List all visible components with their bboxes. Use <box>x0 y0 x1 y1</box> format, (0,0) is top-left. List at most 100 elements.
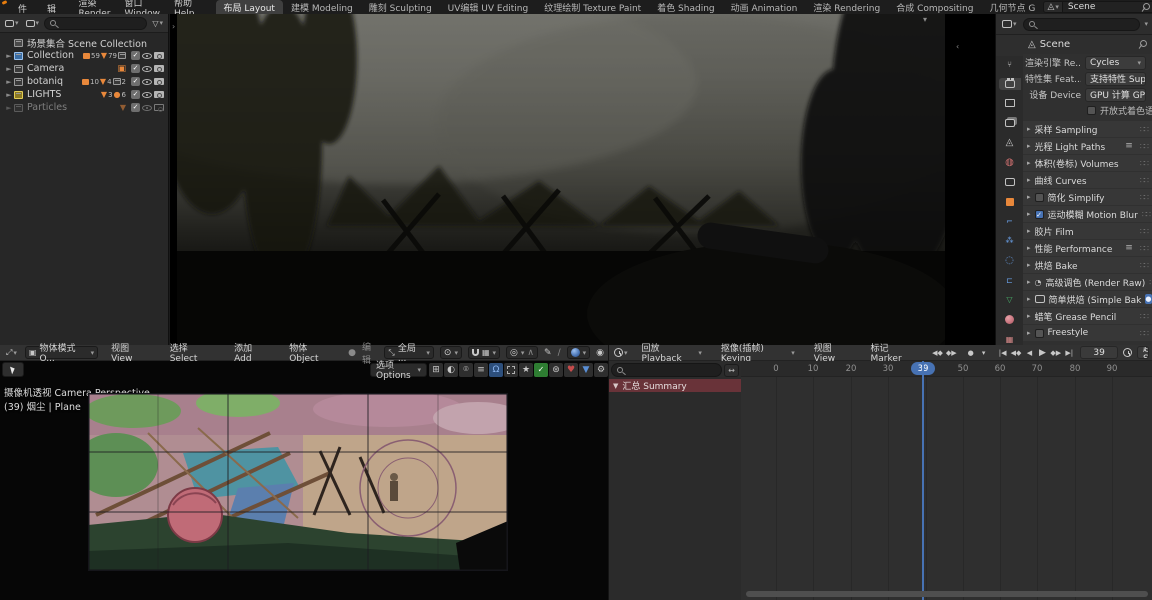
playhead[interactable] <box>922 361 924 600</box>
outliner-editor-type-button[interactable]: ▾ <box>3 18 21 28</box>
filter-funnel-icon[interactable]: ▼ <box>579 362 593 377</box>
menu-edit[interactable]: 编辑 Edit <box>40 0 71 25</box>
record-options-icon[interactable]: ▾ <box>978 347 990 359</box>
node-badge-icon[interactable]: ● <box>1145 294 1152 304</box>
timeline-track-area[interactable] <box>741 377 1152 600</box>
expand-icon[interactable]: ► <box>4 78 14 86</box>
sidebar-collapse-icon[interactable]: ‹ <box>956 42 959 51</box>
tab-world[interactable]: ◍ <box>999 156 1021 168</box>
simplify-checkbox[interactable] <box>1034 192 1044 202</box>
marquee-icon[interactable] <box>504 362 518 377</box>
presets-icon[interactable]: ≡ <box>1125 243 1133 253</box>
bell-icon[interactable]: Ω <box>489 362 503 377</box>
check-icon[interactable]: ✓ <box>534 362 548 377</box>
tab-sculpting[interactable]: 雕刻 Sculpting <box>361 0 440 14</box>
active-tool-select-box[interactable] <box>2 362 24 377</box>
menu-add[interactable]: 添加 Add <box>227 344 276 364</box>
properties-search-input[interactable] <box>1022 17 1141 31</box>
proportional-edit-controls[interactable]: ◎ ▾ ∧ <box>506 346 539 359</box>
current-frame-field[interactable]: 39 <box>1080 346 1118 359</box>
properties-editor-type-button[interactable]: ▾ <box>1000 19 1019 29</box>
tab-shading[interactable]: 着色 Shading <box>649 0 722 14</box>
expand-channels-icon[interactable]: ↔ <box>724 363 739 377</box>
menu-window[interactable]: 窗口 Window <box>118 0 167 19</box>
tab-render[interactable] <box>998 77 1021 90</box>
tab-material[interactable] <box>999 313 1021 325</box>
jump-prev-keyframe-button[interactable]: ◀◆ <box>931 347 944 359</box>
timeline-ruler[interactable]: 0 10 20 30 39 50 60 70 80 90 <box>741 361 1152 377</box>
matcap-icon[interactable]: ◐ <box>444 362 458 377</box>
timeline-editor-type-button[interactable]: ▾ <box>612 347 630 358</box>
render-engine-dropdown[interactable]: Cycles ▾ <box>1085 55 1146 70</box>
pivot-point-dropdown[interactable]: ⊙ ▾ <box>439 346 462 359</box>
header-collapse-icon[interactable]: ▾ <box>923 15 927 24</box>
outliner-row-collection[interactable]: ► Collection 59 ▼ 79 ✓ <box>0 49 168 62</box>
menu-view[interactable]: 视图 View <box>104 344 157 364</box>
summary-channel-row[interactable]: ▼ 汇总 Summary <box>609 379 741 392</box>
scene-name-field[interactable]: Scene <box>1062 1 1152 13</box>
section-simplify[interactable]: ▸ 简化 Simplify ∷∷ <box>1023 189 1152 205</box>
osl-checkbox[interactable] <box>1087 105 1096 115</box>
section-bake[interactable]: ▸ 烘焙 Bake ∷∷ <box>1023 257 1152 273</box>
tab-texture[interactable]: ▦ <box>999 333 1021 345</box>
freestyle-checkbox[interactable] <box>1034 328 1044 338</box>
render-visibility-icon[interactable] <box>154 78 164 85</box>
menu-playback[interactable]: 回放 Playback ▾ <box>635 344 709 364</box>
grid-icon[interactable]: ⊞ <box>429 362 443 377</box>
frame-start-field[interactable]: 起始 Start 1 <box>1137 346 1149 359</box>
annotate-icon[interactable]: ✎ <box>544 348 552 358</box>
device-dropdown[interactable]: GPU 计算 GPU ...▾ <box>1085 87 1146 102</box>
tab-uv-editing[interactable]: UV编辑 UV Editing <box>440 0 537 14</box>
render-visibility-icon[interactable] <box>154 52 164 59</box>
section-simple-bake[interactable]: ▸简单烘焙 (Simple Bak●∷∷ <box>1023 291 1152 307</box>
section-curves[interactable]: ▸ 曲线 Curves ∷∷ <box>1023 172 1152 188</box>
camera-3d-viewport[interactable]: ⤢ ▾ ▣ 物体模式 O... ▾ 视图 View 选择 Select 添加 Ad… <box>0 343 608 600</box>
viewport-editor-type-button[interactable]: ⤢ ▾ <box>4 347 19 359</box>
viewport-shading-controls[interactable]: ▾ <box>566 346 591 359</box>
jump-start-button[interactable]: |◀ <box>997 347 1009 359</box>
next-keyframe-button[interactable]: ◆▶ <box>1049 347 1062 359</box>
tab-texture-paint[interactable]: 纹理绘制 Texture Paint <box>536 0 649 14</box>
motion-blur-checkbox[interactable]: ✓ <box>1034 209 1044 219</box>
heart-icon[interactable]: ♥ <box>564 362 578 377</box>
menu-render[interactable]: 渲染 Render <box>71 0 117 19</box>
tab-animation[interactable]: 动画 Animation <box>723 0 806 14</box>
collapse-triangle-icon[interactable]: ▼ <box>613 382 618 390</box>
menu-help[interactable]: 帮助 Help <box>167 0 202 19</box>
outliner-filter-button[interactable]: ▽ ▾ <box>150 18 165 29</box>
section-light-paths[interactable]: ▸ 光程 Light Paths ≡ ∷∷ <box>1023 138 1152 154</box>
presets-icon[interactable]: ≡ <box>1125 141 1133 151</box>
outliner-row-particles[interactable]: ► Particles ▼ ✓ <box>0 101 168 114</box>
channel-search-input[interactable] <box>611 363 722 377</box>
hide-eye-icon[interactable] <box>142 78 152 85</box>
tab-view-layer[interactable] <box>999 117 1021 129</box>
tab-output[interactable] <box>999 97 1021 109</box>
play-button[interactable]: ▶ <box>1036 347 1048 359</box>
properties-options-icon[interactable]: ▾ <box>1144 20 1148 28</box>
jump-next-keyframe-button[interactable]: ◆▶ <box>945 347 958 359</box>
menu-object[interactable]: 物体 Object <box>282 344 342 364</box>
expand-icon[interactable]: ► <box>4 104 14 112</box>
overlays-icon[interactable]: ◉ <box>596 348 604 358</box>
step-back-button[interactable]: ◀ <box>1023 347 1035 359</box>
expand-icon[interactable]: ► <box>4 65 14 73</box>
tab-rendering[interactable]: 渲染 Rendering <box>805 0 888 14</box>
render-visibility-icon[interactable] <box>154 104 164 112</box>
pin-icon[interactable] <box>1141 3 1150 11</box>
tab-tool[interactable]: ⑂ <box>999 58 1021 70</box>
feature-set-dropdown[interactable]: 支持特性 Suppo...▾ <box>1085 71 1146 86</box>
pin-icon[interactable] <box>1138 40 1147 48</box>
tab-constraints[interactable]: ⊏ <box>999 274 1021 286</box>
main-3d-viewport[interactable]: › ▾ ‹ <box>170 14 995 345</box>
section-film[interactable]: ▸ 胶片 Film ∷∷ <box>1023 223 1152 239</box>
exclude-checkbox[interactable]: ✓ <box>131 90 140 99</box>
section-render-raw[interactable]: ▸◔高级调色 (Render Raw)∷∷ <box>1023 274 1152 290</box>
tab-object-data[interactable]: ▽ <box>999 294 1021 306</box>
hide-eye-icon[interactable] <box>142 91 152 98</box>
outliner-search-input[interactable] <box>44 16 148 30</box>
exclude-checkbox[interactable]: ✓ <box>131 103 140 112</box>
mode-selector[interactable]: ▣ 物体模式 O... ▾ <box>24 344 99 364</box>
render-visibility-icon[interactable] <box>154 65 164 72</box>
exclude-checkbox[interactable]: ✓ <box>131 51 140 60</box>
hide-eye-icon[interactable] <box>142 65 152 72</box>
